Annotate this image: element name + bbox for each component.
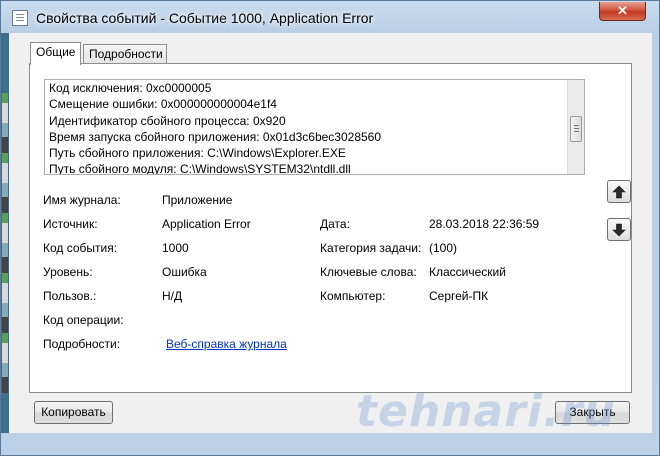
event-id-value: 1000 xyxy=(162,241,189,255)
close-window-button[interactable]: ✕ xyxy=(599,2,646,21)
event-log-online-help-link[interactable]: Веб-справка журнала xyxy=(166,337,287,351)
date-label: Дата: xyxy=(320,217,350,231)
keywords-label: Ключевые слова: xyxy=(320,265,417,279)
description-line: Путь сбойного приложения: C:\Windows\Exp… xyxy=(49,146,346,161)
tab-details[interactable]: Подробности xyxy=(83,44,167,64)
source-label: Источник: xyxy=(43,217,98,231)
event-properties-window: Свойства событий - Событие 1000, Applica… xyxy=(0,0,660,456)
log-name-value: Приложение xyxy=(162,193,233,207)
title-bar[interactable]: Свойства событий - Событие 1000, Applica… xyxy=(1,1,660,33)
opcode-label: Код операции: xyxy=(43,313,124,327)
previous-event-button[interactable] xyxy=(607,180,631,203)
tab-general[interactable]: Общие xyxy=(30,42,81,65)
general-tab-panel: Код исключения: 0xc0000005 Смещение ошиб… xyxy=(29,63,632,393)
level-label: Уровень: xyxy=(43,265,93,279)
computer-label: Компьютер: xyxy=(320,289,386,303)
description-scrollbar[interactable] xyxy=(567,80,584,174)
description-line: Код исключения: 0xc0000005 xyxy=(49,81,212,95)
date-value: 28.03.2018 22:36:59 xyxy=(429,217,540,231)
level-value: Ошибка xyxy=(162,265,207,279)
source-value: Application Error xyxy=(162,217,251,231)
scrollbar-thumb[interactable] xyxy=(570,116,582,142)
description-line: Время запуска сбойного приложения: 0x01d… xyxy=(49,129,382,144)
event-description-box[interactable]: Код исключения: 0xc0000005 Смещение ошиб… xyxy=(44,79,585,175)
task-category-value: (100) xyxy=(429,241,458,255)
task-category-label: Категория задачи: xyxy=(320,241,422,255)
arrow-down-icon xyxy=(612,223,626,237)
description-line: Идентификатор сбойного процесса: 0x920 xyxy=(49,113,286,128)
description-line: Смещение ошибки: 0x000000000004e1f4 xyxy=(49,97,277,112)
user-label: Пользов.: xyxy=(43,289,97,303)
dialog-client-area: Общие Подробности Код исключения: 0xc000… xyxy=(9,33,652,433)
arrow-up-icon xyxy=(612,185,626,199)
background-desktop-strip xyxy=(1,33,9,433)
copy-button[interactable]: Копировать xyxy=(34,401,113,424)
next-event-button[interactable] xyxy=(607,218,631,241)
log-name-label: Имя журнала: xyxy=(43,193,121,207)
description-line: Путь сбойного модуля: C:\Windows\SYSTEM3… xyxy=(49,162,351,175)
more-info-label: Подробности: xyxy=(43,337,121,351)
window-title: Свойства событий - Событие 1000, Applica… xyxy=(36,10,374,26)
event-description-text: Код исключения: 0xc0000005 Смещение ошиб… xyxy=(49,80,549,175)
event-window-icon xyxy=(12,10,28,26)
close-button[interactable]: Закрыть xyxy=(555,401,630,424)
computer-value: Сергей-ПК xyxy=(429,289,489,303)
user-value: Н/Д xyxy=(162,289,183,303)
keywords-value: Классический xyxy=(429,265,506,279)
event-id-label: Код события: xyxy=(43,241,118,255)
